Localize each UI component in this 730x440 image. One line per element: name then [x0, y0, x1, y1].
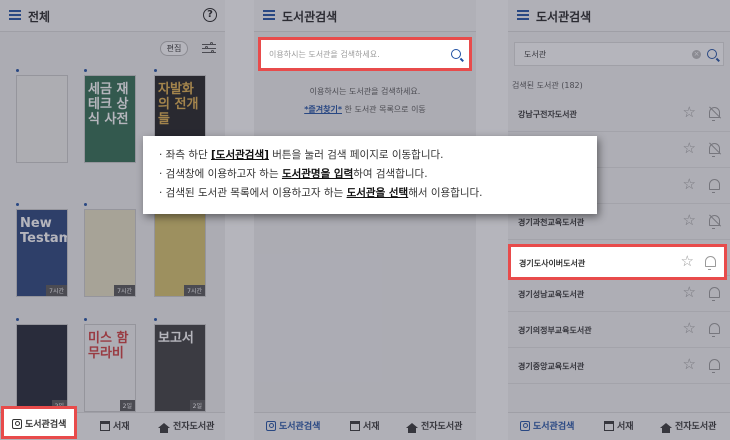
tab-library-search-highlighted[interactable]: 도서관검색	[12, 417, 66, 430]
instruction-line-1: · 좌측 하단 [도서관검색] 버튼을 눌러 검색 페이지로 이동합니다.	[159, 149, 444, 161]
search-icon[interactable]	[451, 49, 461, 59]
instruction-line-3: · 검색된 도서관 목록에서 이용하고자 하는 도서관을 선택해서 이용합니다.	[159, 187, 483, 199]
highlight-search-input[interactable]: 이용하시는 도서관을 검색하세요.	[258, 37, 472, 71]
highlight-library-row[interactable]: 경기도사이버도서관 ☆	[508, 244, 727, 280]
tab-label: 도서관검색	[25, 420, 67, 430]
search-placeholder: 이용하시는 도서관을 검색하세요.	[269, 50, 380, 59]
instruction-line-2: · 검색창에 이용하고자 하는 도서관명을 입력하여 검색합니다.	[159, 168, 428, 180]
library-search-icon	[12, 418, 22, 429]
library-name: 경기도사이버도서관	[519, 259, 586, 268]
highlight-library-search-tab[interactable]: 도서관검색	[1, 406, 77, 439]
notification-bell-icon[interactable]	[705, 256, 716, 270]
favorite-star-icon[interactable]: ☆	[681, 254, 694, 269]
instruction-tooltip: · 좌측 하단 [도서관검색] 버튼을 눌러 검색 페이지로 이동합니다. · …	[143, 136, 597, 214]
